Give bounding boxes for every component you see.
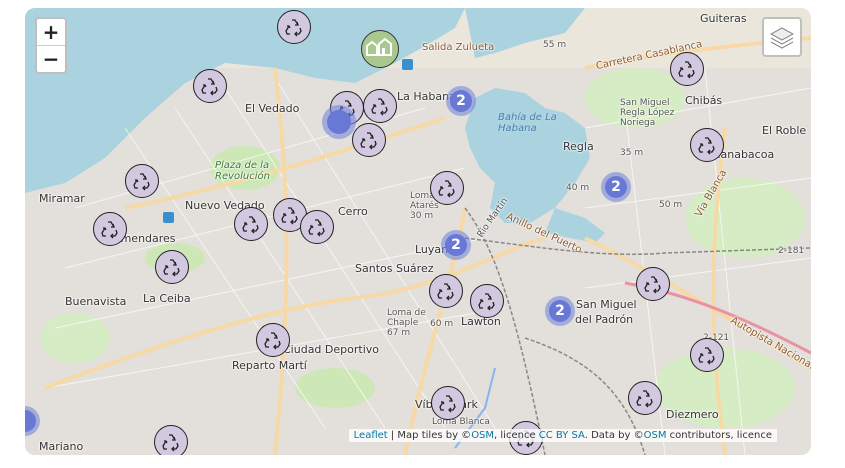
- recycling-marker[interactable]: [193, 69, 227, 103]
- recycling-marker[interactable]: [429, 274, 463, 308]
- bank-icon[interactable]: [402, 59, 413, 70]
- recycling-marker[interactable]: [628, 381, 662, 415]
- attribution-text: , licence: [494, 430, 539, 441]
- recycling-icon: [264, 332, 281, 350]
- marker-cluster[interactable]: 2: [441, 230, 471, 260]
- bank-icon[interactable]: [163, 212, 174, 223]
- houses-icon: [366, 37, 392, 56]
- osm-link[interactable]: OSM: [471, 430, 494, 441]
- layers-button[interactable]: [762, 17, 802, 57]
- recycling-marker[interactable]: [431, 386, 465, 420]
- map-label: 35 m: [620, 148, 644, 158]
- recycling-marker[interactable]: [430, 171, 464, 205]
- recycling-icon: [636, 390, 653, 408]
- recycling-icon: [678, 61, 695, 79]
- map-label: San Miguel: [576, 298, 637, 311]
- recycling-marker[interactable]: [154, 425, 188, 455]
- map-label: Reparto Martí: [232, 359, 307, 372]
- recycling-icon: [162, 434, 179, 452]
- recycling-marker[interactable]: [93, 212, 127, 246]
- recycling-marker[interactable]: [470, 284, 504, 318]
- recycling-icon: [698, 137, 715, 155]
- recycling-marker[interactable]: [277, 10, 311, 44]
- recycling-icon: [101, 221, 118, 239]
- recycling-icon: [371, 98, 388, 116]
- map-label: Bahía de La Habana: [498, 112, 557, 134]
- marker-cluster[interactable]: 2: [446, 86, 476, 116]
- recycling-marker[interactable]: [125, 164, 159, 198]
- recycling-icon: [360, 132, 377, 150]
- leaflet-link[interactable]: Leaflet: [354, 430, 388, 441]
- attribution-text: . Data by ©: [584, 430, 644, 441]
- map-label: 40 m: [566, 183, 590, 193]
- recycling-icon: [438, 180, 455, 198]
- map-label: del Padrón: [575, 313, 634, 326]
- map-label: Miramar: [39, 192, 85, 205]
- recycling-marker[interactable]: [155, 250, 189, 284]
- map-label: Mariano: [39, 440, 84, 453]
- recycling-icon: [437, 283, 454, 301]
- recycling-marker[interactable]: [234, 207, 268, 241]
- map-label: Regla: [563, 140, 594, 153]
- map-attribution: Leaflet | Map tiles by ©OSM, licence CC …: [348, 429, 777, 442]
- recycling-icon: [201, 78, 218, 96]
- map-label: Buenavista: [65, 295, 127, 308]
- zoom-out-button[interactable]: −: [37, 46, 65, 72]
- recycling-marker[interactable]: [670, 52, 704, 86]
- recycling-marker[interactable]: [256, 323, 290, 357]
- recycling-marker[interactable]: [690, 128, 724, 162]
- recycling-icon: [242, 216, 259, 234]
- recycling-icon: [478, 293, 495, 311]
- map-label: Cerro: [338, 205, 368, 218]
- recycling-icon: [308, 219, 325, 237]
- map-label: Ciudad Deportivo: [283, 343, 379, 356]
- osm-link[interactable]: OSM: [644, 430, 667, 441]
- attribution-text: contributors, licence: [666, 430, 772, 441]
- map-label: Santos Suárez: [355, 262, 434, 275]
- recycling-marker[interactable]: [690, 338, 724, 372]
- map-label: San Miguel Regla López Noriega: [620, 98, 675, 128]
- marker-cluster[interactable]: 2: [545, 296, 575, 326]
- recycling-icon: [439, 395, 456, 413]
- map-label: El Vedado: [245, 102, 300, 115]
- zoom-control: + −: [35, 17, 67, 74]
- map-label: Diezmero: [666, 408, 719, 421]
- recycling-icon: [133, 173, 150, 191]
- recycling-icon: [281, 207, 298, 225]
- map-label: 60 m: [430, 319, 454, 329]
- map-label: Loma de Chaple 67 m: [387, 308, 426, 338]
- map-label: Salida Zulueta: [422, 42, 495, 53]
- recycling-icon: [163, 259, 180, 277]
- map-label: Guiteras: [700, 12, 747, 25]
- recycling-icon: [698, 347, 715, 365]
- recycling-icon: [285, 19, 302, 37]
- map-label: El Roble: [762, 124, 807, 137]
- zoom-in-button[interactable]: +: [37, 19, 65, 46]
- recycling-marker[interactable]: [352, 123, 386, 157]
- layers-icon: [769, 27, 795, 49]
- marker-cluster[interactable]: 2: [601, 172, 631, 202]
- map-label: Plaza de la Revolución: [215, 160, 270, 182]
- map-view[interactable]: Guiteras La Habana El Vedado Chibás Regl…: [25, 8, 811, 455]
- recycling-icon: [644, 276, 661, 294]
- ccbysa-link[interactable]: CC BY SA: [539, 430, 585, 441]
- recycling-marker[interactable]: [300, 210, 334, 244]
- marker-cluster[interactable]: [322, 105, 356, 139]
- map-label: 2-181: [778, 246, 805, 256]
- recycling-marker[interactable]: [636, 267, 670, 301]
- map-label: Chibás: [685, 94, 723, 107]
- map-label: La Ceiba: [143, 292, 191, 305]
- map-label: 50 m: [659, 200, 683, 210]
- attribution-text: | Map tiles by ©: [387, 430, 472, 441]
- house-cluster-marker[interactable]: [361, 30, 399, 68]
- map-label: 55 m: [543, 40, 567, 50]
- recycling-marker[interactable]: [363, 89, 397, 123]
